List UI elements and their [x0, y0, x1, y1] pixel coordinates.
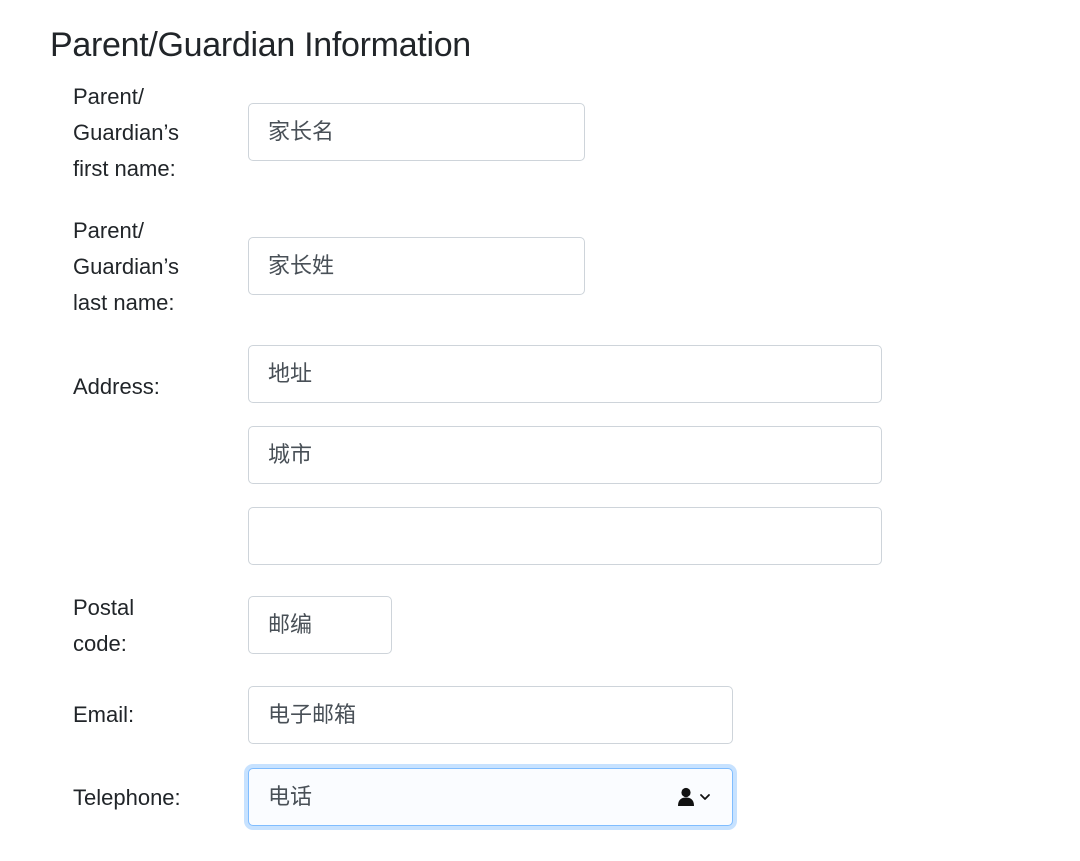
address-label: Address:	[73, 374, 160, 399]
postal-code-input[interactable]	[248, 596, 392, 654]
email-label: Email:	[73, 702, 135, 727]
contact-person-icon	[678, 787, 694, 806]
chevron-down-icon	[700, 794, 710, 800]
address-city-input[interactable]	[248, 426, 882, 484]
email-input[interactable]	[248, 686, 733, 744]
section-title: Parent/Guardian Information	[50, 26, 471, 64]
first-name-label: Parent/ Guardian’s first name:	[73, 84, 179, 181]
last-name-label: Parent/ Guardian’s last name:	[73, 218, 179, 315]
contact-autofill-button[interactable]	[675, 784, 713, 810]
address-line1-input[interactable]	[248, 345, 882, 403]
last-name-input[interactable]	[248, 237, 585, 295]
postal-code-label: Postal code:	[73, 595, 135, 656]
telephone-label: Telephone:	[73, 785, 181, 810]
telephone-input[interactable]	[248, 768, 733, 826]
first-name-input[interactable]	[248, 103, 585, 161]
address-line3-input[interactable]	[248, 507, 882, 565]
